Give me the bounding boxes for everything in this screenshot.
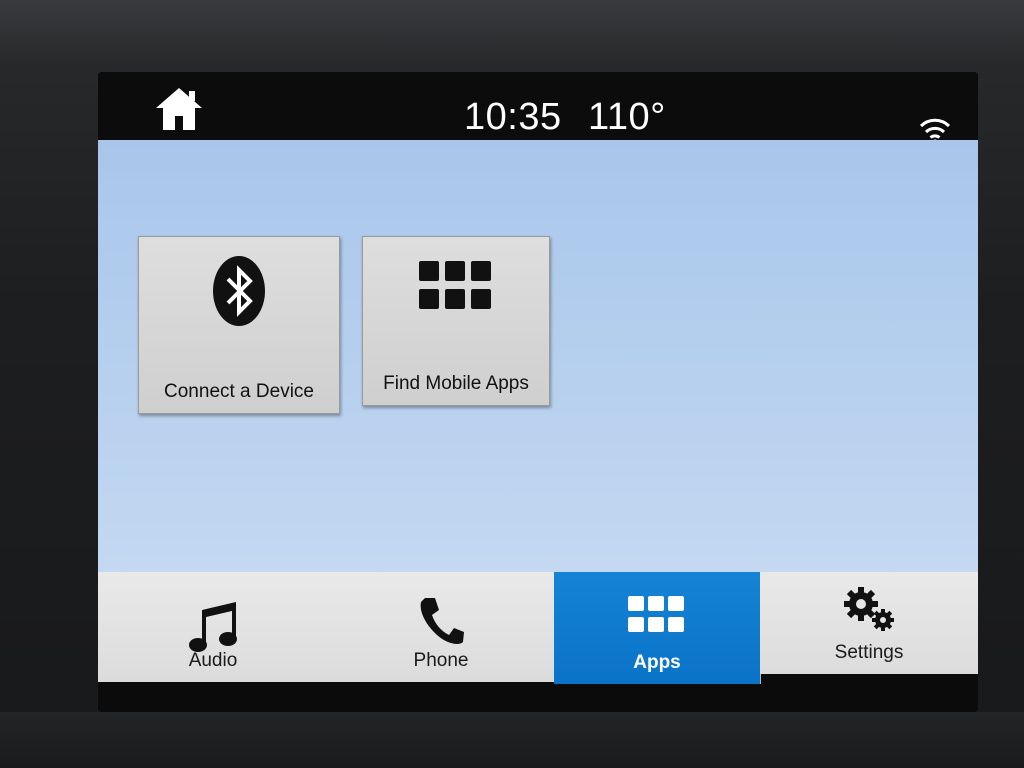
apps-grid-icon <box>419 261 493 318</box>
nav-item-apps[interactable]: Apps <box>554 572 761 684</box>
gears-icon <box>841 584 897 639</box>
clock-time: 10:35 <box>464 96 562 138</box>
nav-label-audio: Audio <box>188 650 238 671</box>
connect-device-tile[interactable]: Connect a Device <box>138 236 340 414</box>
apps-grid-icon <box>628 596 686 639</box>
find-mobile-apps-tile[interactable]: Find Mobile Apps <box>362 236 550 406</box>
nav-label-settings: Settings <box>834 642 904 663</box>
bezel-bottom-trim <box>0 712 1024 768</box>
nav-label-phone: Phone <box>413 650 469 671</box>
nav-item-settings[interactable]: Settings <box>760 572 978 674</box>
bottom-nav: Audio Phone Apps Settings <box>98 572 978 712</box>
bezel-top-trim <box>0 0 1024 70</box>
nav-item-audio[interactable]: Audio <box>98 572 329 682</box>
phone-icon <box>417 594 465 651</box>
find-mobile-apps-label: Find Mobile Apps <box>383 373 529 394</box>
bluetooth-icon <box>212 255 266 332</box>
apps-content-area: Connect a Device Find Mobile Apps <box>98 140 978 572</box>
home-icon[interactable] <box>154 86 204 132</box>
nav-label-apps: Apps <box>633 652 681 673</box>
status-bar: 10:35 110° <box>98 72 978 152</box>
outside-temperature: 110° <box>588 96 666 138</box>
nav-item-phone[interactable]: Phone <box>328 572 555 682</box>
infotainment-screen: 10:35 110° Connect a Device Find Mobile … <box>98 72 978 712</box>
connect-device-label: Connect a Device <box>164 381 314 402</box>
